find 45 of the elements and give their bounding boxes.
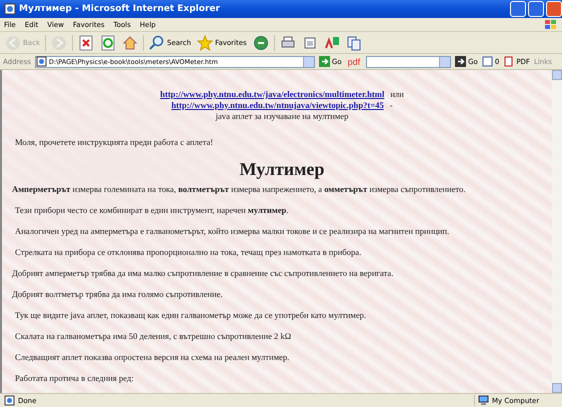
arrow-icon — [318, 56, 330, 67]
arrow-icon — [455, 56, 466, 67]
minimize-button[interactable] — [510, 1, 526, 17]
home-icon — [122, 34, 138, 50]
refresh-button[interactable] — [99, 34, 117, 52]
translate-icon — [324, 34, 340, 50]
printer-icon — [280, 34, 296, 50]
media-icon — [252, 34, 269, 50]
heading: Мултимер — [238, 158, 326, 180]
paragraph: Стрелката на прибора се отклонява пропорционално на тока, течащ през намотката в прибора. — [14, 247, 362, 258]
star-icon — [197, 34, 214, 50]
link[interactable]: http://www.phy.ntnu.edu.tw/java/electronics/multimeter.html — [160, 89, 384, 100]
paragraph: Добрият волтметър трябва да има голямо съпротивление. — [12, 289, 224, 300]
document-icon — [503, 56, 514, 67]
refresh-icon — [100, 34, 116, 50]
documents-icon — [346, 34, 362, 50]
paragraph: Тук ще видите java аплет, показващ как един галванометър може да се употреби като мултимер. — [14, 310, 368, 321]
paragraph: Моля, прочетете инструкцията преди работа с аплета! — [14, 137, 214, 148]
text: или — [390, 89, 404, 100]
paragraph: Амперметърът измерва големината на тока, волтметърът измерва напрежението, а омметърът измерва съпротивлението. — [12, 184, 466, 195]
stop-icon — [78, 34, 94, 50]
caption: java аплет за изучаване на мултимер — [214, 111, 350, 122]
window-icon — [302, 34, 318, 50]
close-button[interactable] — [546, 1, 562, 17]
paragraph: Следващият аплет показва опростена версия на схема на реален мултимер. — [14, 352, 290, 363]
windows-logo-icon — [544, 18, 558, 30]
link[interactable]: http://www.phy.ntnu.edu.tw/ntnujava/viewtopic.php?t=45 — [171, 100, 384, 111]
paragraph: Работата протича в следния ред: — [14, 373, 135, 384]
paragraph: Скалата на галванометъра има 50 деления, с вътрешно съпротивление 2 kΩ — [14, 331, 292, 342]
copy-button[interactable] — [344, 34, 363, 52]
paragraph: Тези прибори често се комбинират в един инструмент, наречен мултимер. — [14, 205, 290, 216]
search-icon — [149, 34, 165, 50]
window-title: Мултимер - Microsoft Internet Explorer — [19, 4, 221, 14]
paragraph: Добрият амперметър трябва да има малко съпротивление в сравнение със съпротивлението на веригата. — [12, 268, 394, 279]
search-field[interactable] — [366, 56, 452, 68]
media-button[interactable] — [252, 34, 270, 52]
window-icon — [482, 56, 493, 67]
computer-icon — [478, 395, 489, 406]
paragraph: Аналогичен уред на амперметъра е галванометърът, който измерва малки токове и се реализира на магнитен принцип. — [14, 226, 450, 237]
home-button[interactable] — [121, 34, 139, 52]
dropdown-button[interactable] — [302, 56, 314, 66]
pdf-button[interactable]: pdf — [346, 56, 362, 66]
text: - — [390, 100, 393, 111]
restore-button[interactable] — [528, 1, 544, 17]
stop-button[interactable] — [77, 34, 95, 52]
